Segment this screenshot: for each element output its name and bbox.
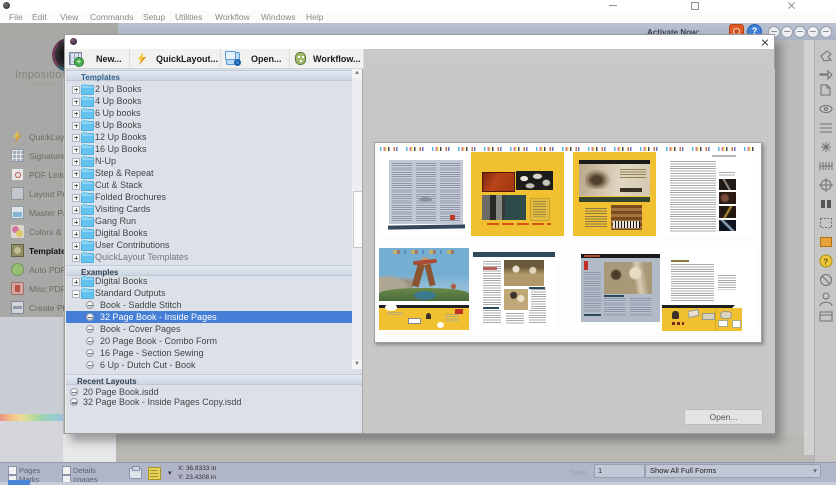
svg-text:?: ? — [823, 258, 828, 267]
